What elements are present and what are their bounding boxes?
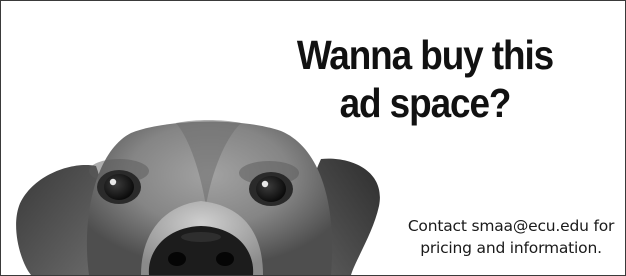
contact-line-2: pricing and information. — [420, 239, 602, 257]
headline-line-1: Wanna buy this — [296, 32, 554, 78]
contact-line-1: Contact smaa@ecu.edu for — [407, 217, 615, 235]
headline-line-2: ad space? — [339, 80, 512, 126]
ad-banner: Wanna buy this ad space? Contact smaa@ec… — [0, 0, 626, 276]
contact-info: Contact smaa@ecu.edu for pricing and inf… — [393, 215, 625, 259]
headline: Wanna buy this ad space? — [268, 31, 581, 127]
